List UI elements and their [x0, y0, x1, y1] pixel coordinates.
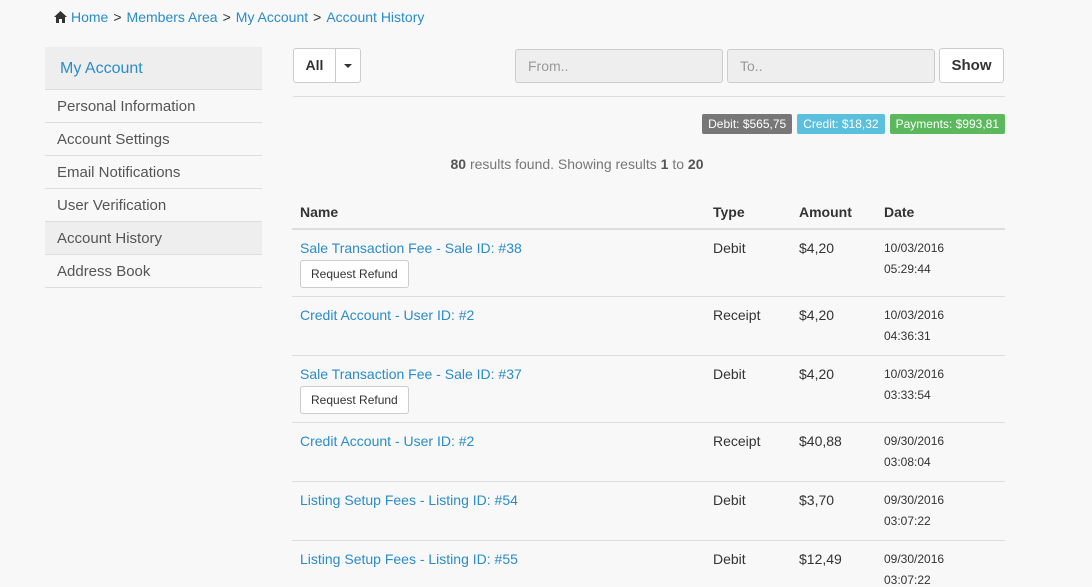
- request-refund-button[interactable]: Request Refund: [300, 260, 409, 288]
- credit-total-badge: Credit: $18,32: [797, 114, 885, 134]
- type-filter-label[interactable]: All: [294, 49, 336, 82]
- breadcrumb-my-account[interactable]: My Account: [236, 9, 308, 25]
- date-from-input[interactable]: [515, 49, 723, 83]
- transaction-link[interactable]: Sale Transaction Fee - Sale ID: #37: [300, 366, 522, 382]
- breadcrumb-separator: >: [113, 9, 122, 25]
- date-value: 09/30/2016: [884, 493, 945, 507]
- transaction-type: Debit: [705, 481, 791, 541]
- date-value: 10/03/2016: [884, 367, 945, 381]
- sidebar-title[interactable]: My Account: [45, 47, 262, 90]
- table-row: Listing Setup Fees - Listing ID: #55 Deb…: [292, 540, 1005, 587]
- sidebar-item-address-book[interactable]: Address Book: [45, 255, 262, 288]
- time-value: 03:08:04: [884, 455, 931, 469]
- sidebar-item-account-settings[interactable]: Account Settings: [45, 123, 262, 156]
- date-value: 10/03/2016: [884, 241, 945, 255]
- transaction-amount: $4,20: [791, 296, 876, 356]
- transaction-type: Receipt: [705, 296, 791, 356]
- transaction-amount: $12,49: [791, 540, 876, 587]
- dropdown-toggle[interactable]: [336, 49, 360, 82]
- breadcrumb-home[interactable]: Home: [71, 9, 108, 25]
- date-value: 10/03/2016: [884, 308, 945, 322]
- transaction-amount: $40,88: [791, 422, 876, 482]
- column-header-date: Date: [876, 195, 1005, 230]
- table-row: Sale Transaction Fee - Sale ID: #37 Requ…: [292, 355, 1005, 423]
- transaction-date: 10/03/2016 05:29:44: [876, 229, 1005, 297]
- type-filter-dropdown[interactable]: All: [293, 48, 361, 83]
- results-from: 1: [660, 156, 669, 172]
- breadcrumb-separator: >: [313, 9, 322, 25]
- table-header-row: Name Type Amount Date: [292, 195, 1005, 230]
- transaction-date: 10/03/2016 03:33:54: [876, 355, 1005, 423]
- results-summary: 80 results found. Showing results 1 to 2…: [293, 156, 861, 172]
- filter-toolbar: All Show: [293, 48, 1005, 97]
- date-value: 09/30/2016: [884, 434, 945, 448]
- date-to-input[interactable]: [727, 49, 935, 83]
- time-value: 04:36:31: [884, 329, 931, 343]
- breadcrumb-account-history[interactable]: Account History: [326, 9, 424, 25]
- results-text: results found. Showing results: [469, 156, 657, 172]
- table-row: Credit Account - User ID: #2 Receipt $40…: [292, 422, 1005, 482]
- payments-total-badge: Payments: $993,81: [889, 114, 1005, 134]
- transaction-amount: $4,20: [791, 355, 876, 423]
- transaction-amount: $4,20: [791, 229, 876, 297]
- transaction-date: 09/30/2016 03:07:22: [876, 540, 1005, 587]
- transaction-type: Debit: [705, 229, 791, 297]
- transaction-date: 10/03/2016 04:36:31: [876, 296, 1005, 356]
- column-header-name: Name: [292, 195, 705, 230]
- time-value: 03:07:22: [884, 514, 931, 528]
- transaction-date: 09/30/2016 03:08:04: [876, 422, 1005, 482]
- totals-badges: Debit: $565,75 Credit: $18,32 Payments: …: [702, 114, 1005, 134]
- results-to-word: to: [672, 156, 685, 172]
- date-value: 09/30/2016: [884, 552, 945, 566]
- transaction-link[interactable]: Credit Account - User ID: #2: [300, 307, 474, 323]
- results-total: 80: [450, 156, 467, 172]
- table-row: Listing Setup Fees - Listing ID: #54 Deb…: [292, 481, 1005, 541]
- sidebar-item-personal-information[interactable]: Personal Information: [45, 90, 262, 123]
- breadcrumb-members-area[interactable]: Members Area: [127, 9, 218, 25]
- table-row: Sale Transaction Fee - Sale ID: #38 Requ…: [292, 229, 1005, 297]
- transaction-link[interactable]: Sale Transaction Fee - Sale ID: #38: [300, 240, 522, 256]
- time-value: 03:07:22: [884, 573, 931, 587]
- transaction-type: Debit: [705, 355, 791, 423]
- breadcrumb: Home > Members Area > My Account > Accou…: [54, 9, 424, 25]
- table-row: Credit Account - User ID: #2 Receipt $4,…: [292, 296, 1005, 356]
- show-button[interactable]: Show: [939, 48, 1004, 83]
- column-header-type: Type: [705, 195, 791, 230]
- home-icon: [54, 11, 67, 23]
- transaction-amount: $3,70: [791, 481, 876, 541]
- debit-total-badge: Debit: $565,75: [702, 114, 793, 134]
- account-history-table: Name Type Amount Date Sale Transaction F…: [292, 195, 1005, 587]
- time-value: 03:33:54: [884, 388, 931, 402]
- transaction-type: Debit: [705, 540, 791, 587]
- transaction-type: Receipt: [705, 422, 791, 482]
- transaction-link[interactable]: Listing Setup Fees - Listing ID: #54: [300, 492, 518, 508]
- caret-down-icon: [344, 63, 352, 68]
- transaction-date: 09/30/2016 03:07:22: [876, 481, 1005, 541]
- sidebar-item-email-notifications[interactable]: Email Notifications: [45, 156, 262, 189]
- results-to: 20: [687, 156, 704, 172]
- time-value: 05:29:44: [884, 262, 931, 276]
- request-refund-button[interactable]: Request Refund: [300, 386, 409, 414]
- sidebar: My Account Personal Information Account …: [45, 47, 262, 288]
- breadcrumb-separator: >: [222, 9, 231, 25]
- sidebar-item-account-history[interactable]: Account History: [45, 222, 262, 255]
- column-header-amount: Amount: [791, 195, 876, 230]
- transaction-link[interactable]: Listing Setup Fees - Listing ID: #55: [300, 551, 518, 567]
- transaction-link[interactable]: Credit Account - User ID: #2: [300, 433, 474, 449]
- sidebar-item-user-verification[interactable]: User Verification: [45, 189, 262, 222]
